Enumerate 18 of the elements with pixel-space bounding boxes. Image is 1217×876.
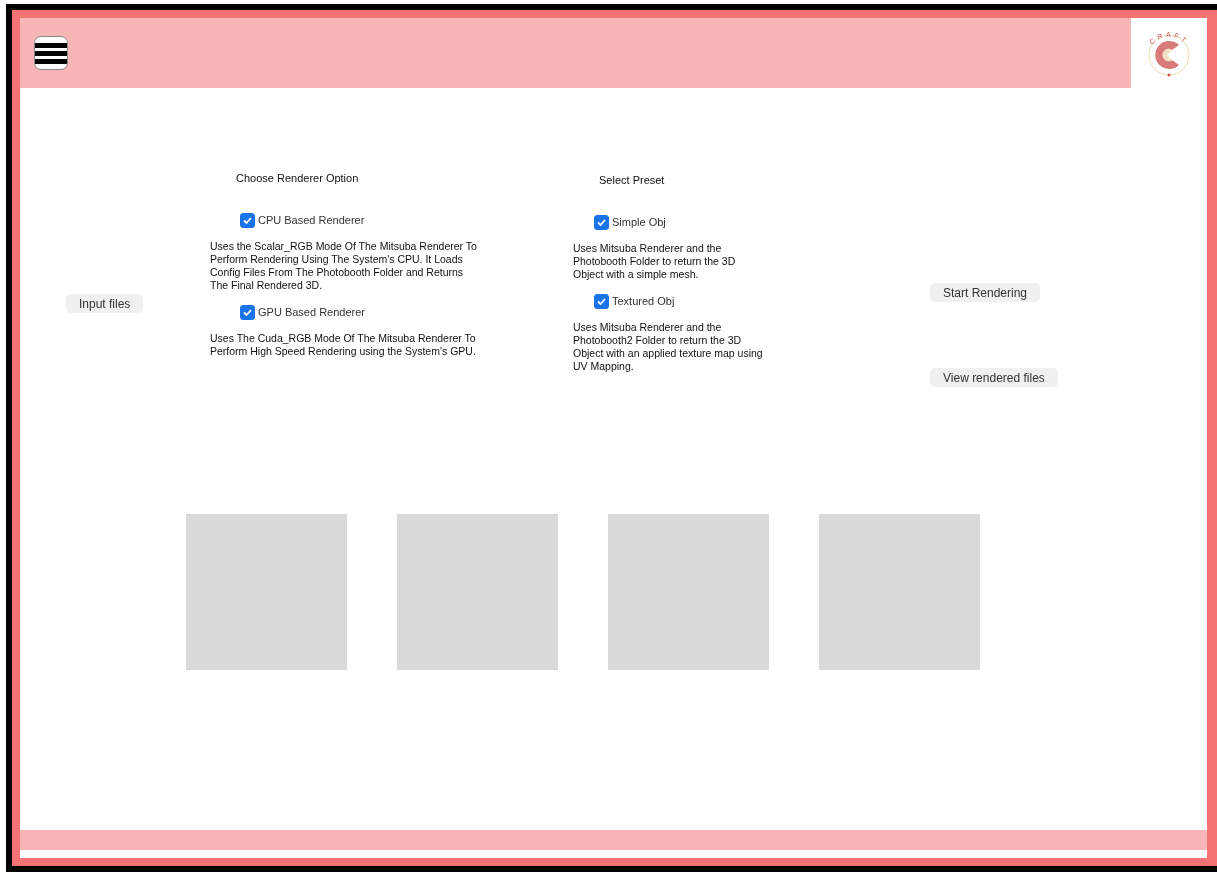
- checkbox[interactable]: [240, 212, 255, 228]
- checkbox[interactable]: [594, 293, 609, 309]
- menu-button[interactable]: [34, 36, 68, 70]
- action-button[interactable]: View rendered files: [930, 368, 1058, 387]
- option-description: Uses Mitsuba Renderer and the Photobooth2 Folder to return the 3D Object with an applied texture map using UV Mapping.: [573, 321, 763, 373]
- input-files-button[interactable]: Input files: [66, 294, 144, 313]
- checkbox-label: Simple Obj: [612, 216, 666, 228]
- checkbox-label: GPU Based Renderer: [258, 306, 365, 318]
- option-description: Uses The Cuda_RGB Mode Of The Mitsuba Renderer To Perform High Speed Rendering using the System's GPU.: [210, 332, 477, 358]
- checkbox-label: Textured Obj: [612, 295, 675, 307]
- section-title: Choose Renderer Option: [236, 172, 360, 184]
- checkbox[interactable]: [594, 214, 609, 230]
- checkbox[interactable]: [240, 304, 255, 320]
- option-description: Uses Mitsuba Renderer and the Photobooth Folder to return the 3D Object with a simple mesh.: [573, 242, 737, 281]
- section-title: Select Preset: [599, 174, 666, 186]
- action-button[interactable]: Start Rendering: [930, 283, 1041, 302]
- option-description: Uses the Scalar_RGB Mode Of The Mitsuba Renderer To Perform Rendering Using The System's CPU. It Loads Config Files From The Photobooth Folder and Returns The Final Rendered 3D.: [210, 240, 478, 292]
- checkbox-label: CPU Based Renderer: [258, 214, 365, 226]
